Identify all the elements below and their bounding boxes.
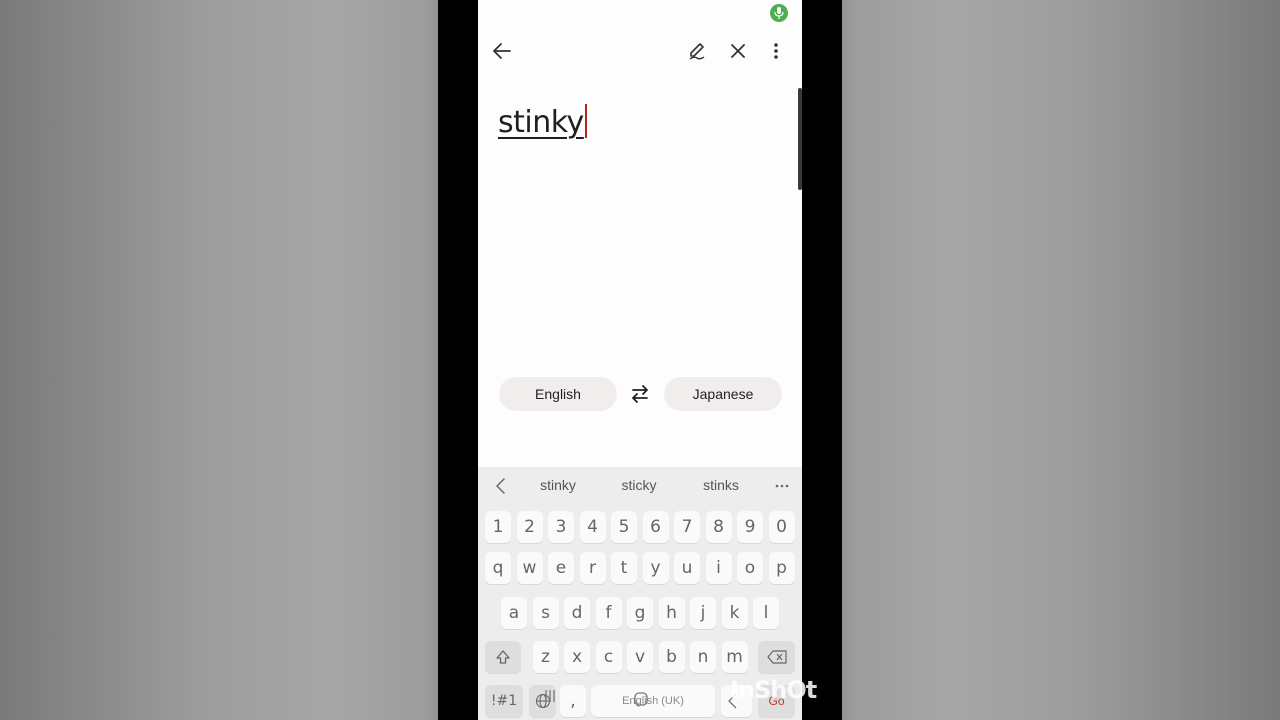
scroll-indicator	[798, 88, 802, 190]
suggestion-more-button[interactable]	[768, 472, 796, 500]
key[interactable]: y	[642, 552, 669, 584]
source-text-input[interactable]: stinky	[498, 104, 587, 140]
key[interactable]: p	[768, 552, 795, 584]
chevron-left-icon	[495, 478, 505, 494]
backspace-key[interactable]	[758, 641, 795, 673]
key[interactable]: g	[627, 597, 653, 629]
key[interactable]: b	[658, 641, 685, 673]
key[interactable]: a	[501, 597, 527, 629]
key[interactable]: c	[595, 641, 622, 673]
more-vert-icon	[774, 43, 778, 59]
more-options-button[interactable]	[762, 37, 790, 65]
recents-icon	[545, 690, 555, 702]
mic-icon	[774, 7, 784, 19]
home-nav-icon[interactable]	[634, 692, 648, 711]
target-language-label: Japanese	[692, 386, 754, 402]
swap-languages-icon	[632, 385, 648, 403]
key[interactable]: 4	[579, 511, 606, 543]
back-arrow-icon	[493, 43, 511, 59]
key[interactable]: k	[721, 597, 748, 629]
key[interactable]: x	[564, 641, 590, 673]
suggestion-item[interactable]: stinky	[523, 477, 593, 493]
source-language-button[interactable]: English	[499, 377, 617, 411]
key[interactable]: r	[579, 552, 606, 584]
comma-key[interactable]: ,	[560, 685, 586, 717]
key[interactable]: s	[532, 597, 559, 629]
key[interactable]: e	[548, 552, 574, 584]
key[interactable]: m	[721, 641, 748, 673]
home-icon	[634, 692, 648, 706]
symbols-key[interactable]: !#1	[485, 685, 523, 717]
clear-button[interactable]	[724, 37, 752, 65]
target-language-button[interactable]: Japanese	[664, 377, 782, 411]
key[interactable]: 7	[674, 511, 700, 543]
phone-screen: stinky English Japanese stinky sticky st…	[478, 0, 802, 720]
key[interactable]: i	[705, 552, 732, 584]
key[interactable]: h	[658, 597, 685, 629]
key[interactable]: 5	[611, 511, 637, 543]
key[interactable]: 9	[737, 511, 763, 543]
text-caret	[584, 104, 587, 138]
more-horiz-icon	[775, 484, 789, 488]
backspace-icon	[766, 650, 787, 664]
key[interactable]: 1	[485, 511, 511, 543]
key[interactable]: f	[595, 597, 622, 629]
key[interactable]: l	[753, 597, 779, 629]
suggestion-strip: stinky sticky stinks	[478, 467, 802, 505]
key[interactable]: u	[674, 552, 700, 584]
key[interactable]: 6	[642, 511, 669, 543]
suggestion-item[interactable]: sticky	[604, 477, 674, 493]
suggestion-back-button[interactable]	[486, 472, 514, 500]
key[interactable]: q	[485, 552, 511, 584]
close-icon	[731, 44, 745, 58]
key[interactable]: n	[690, 641, 716, 673]
swap-languages-button[interactable]	[628, 383, 652, 405]
key[interactable]: o	[737, 552, 763, 584]
shift-icon	[496, 650, 510, 664]
key[interactable]: 8	[705, 511, 732, 543]
key[interactable]: 0	[768, 511, 795, 543]
handwriting-button[interactable]	[683, 37, 711, 65]
key[interactable]: t	[611, 552, 637, 584]
recents-nav-icon[interactable]	[543, 689, 557, 708]
suggestion-item[interactable]: stinks	[686, 477, 756, 493]
back-button[interactable]	[488, 37, 516, 65]
space-bar[interactable]: English (UK)	[591, 685, 715, 717]
key[interactable]: w	[516, 552, 543, 584]
watermark-logo: InShOt	[730, 676, 817, 704]
key[interactable]: z	[532, 641, 559, 673]
source-language-label: English	[535, 386, 581, 402]
key[interactable]: d	[564, 597, 590, 629]
handwriting-icon	[689, 43, 705, 60]
input-text-value: stinky	[498, 105, 584, 140]
shift-key[interactable]	[485, 641, 521, 673]
key[interactable]: v	[627, 641, 653, 673]
key[interactable]: 3	[548, 511, 574, 543]
mic-active-indicator	[770, 4, 788, 22]
key[interactable]: j	[690, 597, 716, 629]
key[interactable]: 2	[516, 511, 543, 543]
